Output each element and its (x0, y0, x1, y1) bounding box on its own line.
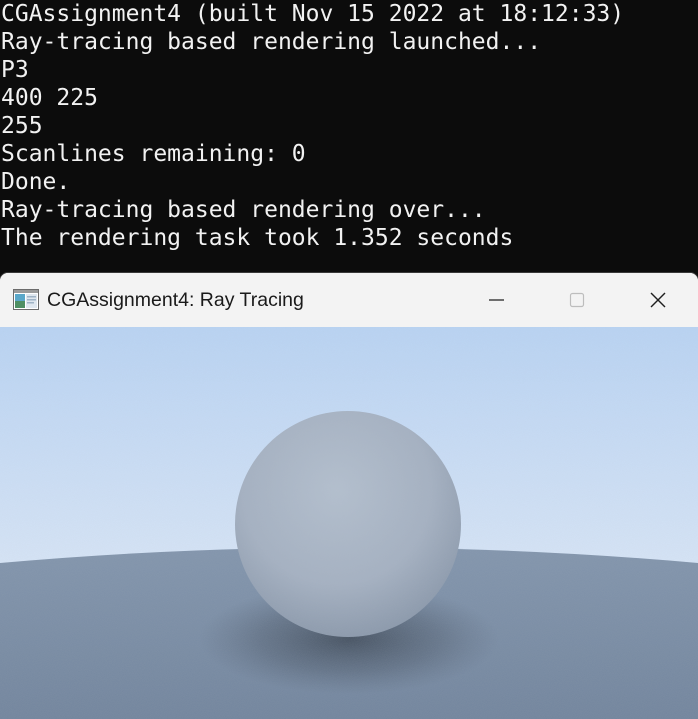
console-line: Done. (1, 169, 71, 195)
console-line: Scanlines remaining: 0 (1, 141, 306, 167)
console-line: The rendering task took 1.352 seconds (1, 225, 514, 251)
console-output: CGAssignment4 (built Nov 15 2022 at 18:1… (0, 0, 698, 274)
console-line: CGAssignment4 (built Nov 15 2022 at 18:1… (1, 1, 625, 27)
console-line: Ray-tracing based rendering launched... (1, 29, 542, 55)
minimize-button[interactable] (456, 273, 536, 327)
render-window[interactable]: CGAssignment4: Ray Tracing (0, 273, 698, 719)
window-titlebar[interactable]: CGAssignment4: Ray Tracing (0, 273, 698, 327)
console-line: Ray-tracing based rendering over... (1, 197, 486, 223)
maximize-icon (569, 292, 585, 308)
maximize-button[interactable] (537, 273, 617, 327)
console-line: 400 225 (1, 85, 98, 111)
minimize-icon (489, 299, 504, 301)
app-window-icon[interactable] (13, 289, 39, 310)
console-line: 255 (1, 113, 43, 139)
render-noise (0, 327, 698, 719)
render-viewport (0, 327, 698, 719)
window-title: CGAssignment4: Ray Tracing (47, 289, 304, 311)
console-line: P3 (1, 57, 29, 83)
close-button[interactable] (618, 273, 698, 327)
close-icon (650, 292, 666, 308)
